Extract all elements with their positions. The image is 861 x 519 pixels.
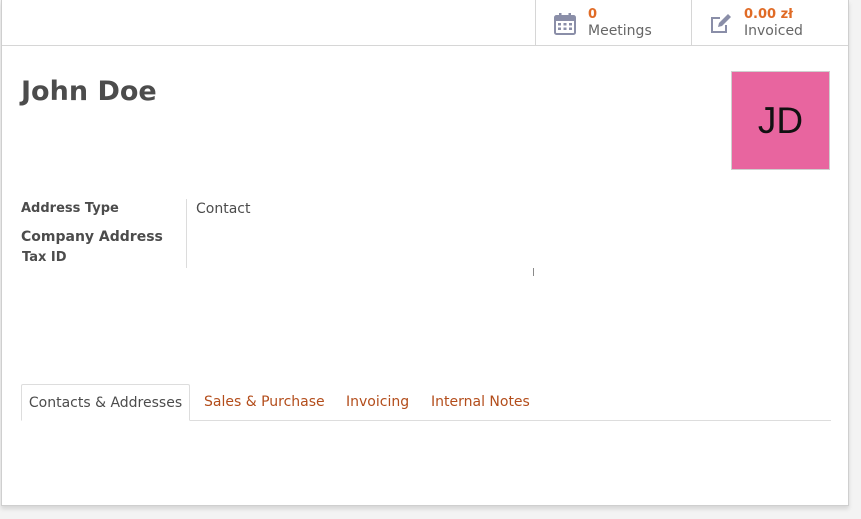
form-sheet: 0 Meetings 0.00 zł Invoiced John Doe JD … [1, 0, 849, 506]
invoiced-label: Invoiced [744, 23, 803, 39]
tab-sales-purchase[interactable]: Sales & Purchase [204, 384, 325, 420]
meetings-count: 0 [588, 7, 598, 22]
edit-icon [709, 12, 733, 36]
invoiced-amount: 0.00 zł [744, 7, 793, 22]
tab-invoicing[interactable]: Invoicing [346, 384, 409, 420]
tab-internal-notes[interactable]: Internal Notes [431, 384, 530, 420]
partner-name[interactable]: John Doe [21, 76, 157, 107]
smart-button-box: 0 Meetings 0.00 zł Invoiced [2, 0, 848, 46]
tab-contacts-addresses[interactable]: Contacts & Addresses [21, 384, 190, 421]
notebook-tabs: Contacts & Addresses Sales & Purchase In… [21, 384, 831, 421]
avatar-initials: JD [757, 99, 804, 141]
meetings-label: Meetings [588, 23, 652, 39]
label-divider [186, 199, 187, 268]
address-type-label: Address Type [21, 201, 119, 216]
invoiced-button[interactable]: 0.00 zł Invoiced [691, 0, 848, 45]
address-type-value[interactable]: Contact [196, 201, 250, 217]
calendar-icon [553, 12, 577, 36]
meetings-button[interactable]: 0 Meetings [535, 0, 690, 45]
avatar[interactable]: JD [731, 71, 830, 170]
field-marker [533, 268, 534, 276]
tax-id-label: Tax ID [22, 250, 67, 265]
company-address-label: Company Address [21, 229, 163, 245]
